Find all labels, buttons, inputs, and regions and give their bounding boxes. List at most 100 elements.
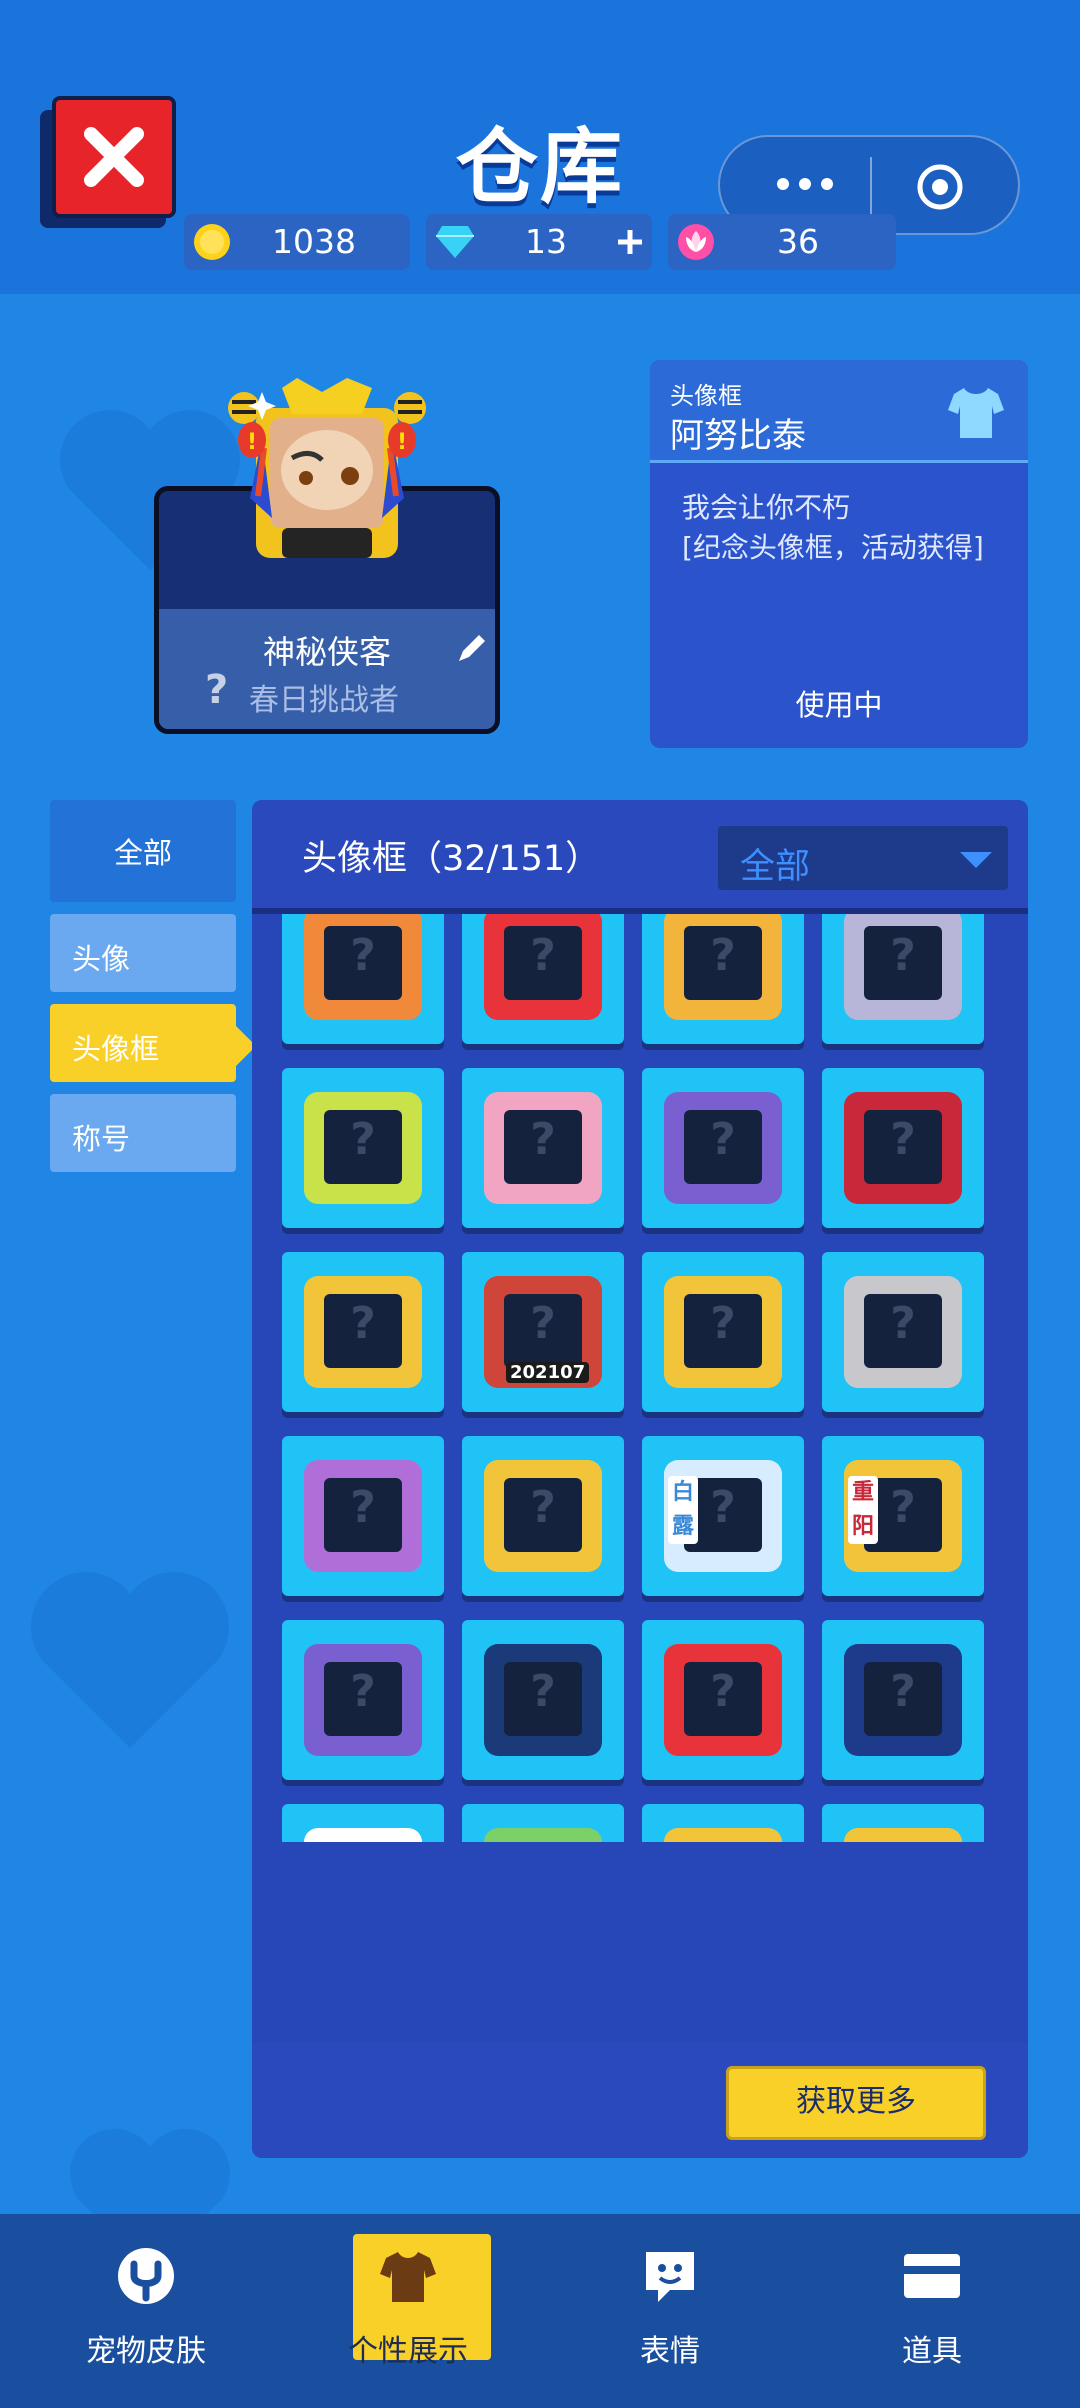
- nav-personal-display-label: 个性展示: [348, 2334, 468, 2369]
- question-mark-icon: ?: [710, 1666, 736, 1717]
- frame-art: ?: [664, 1644, 782, 1756]
- tab-avatar-frame[interactable]: 头像框: [50, 1004, 236, 1082]
- filter-value: 全部: [740, 847, 811, 887]
- question-mark-icon: ?: [530, 1482, 556, 1533]
- frame-art: ?: [304, 914, 422, 1020]
- avatar-frame-item[interactable]: ?: [282, 1068, 444, 1228]
- avatar-frame-item[interactable]: ?: [462, 1436, 624, 1596]
- avatar-frame-item[interactable]: ?: [282, 914, 444, 1044]
- avatar-frame-item[interactable]: ?: [462, 1620, 624, 1780]
- frame-art: ?: [664, 914, 782, 1020]
- add-diamond-button[interactable]: [616, 228, 644, 256]
- tab-avatar-frame-label: 头像框: [72, 1032, 160, 1066]
- frame-art: ?: [664, 1828, 782, 1842]
- question-mark-icon: ?: [350, 1482, 376, 1533]
- avatar-frame-item[interactable]: ?: [822, 914, 984, 1044]
- frame-art: ?: [484, 1092, 602, 1204]
- frame-art: ?: [844, 1092, 962, 1204]
- avatar-frame-item[interactable]: ?: [282, 1620, 444, 1780]
- question-mark-icon: ?: [350, 1666, 376, 1717]
- title-help-icon[interactable]: ?: [205, 667, 228, 713]
- filter-dropdown[interactable]: 全部: [718, 826, 1008, 890]
- question-mark-icon: ?: [530, 1298, 556, 1349]
- locked-avatar-placeholder: ?: [504, 1294, 582, 1368]
- avatar-frame-item[interactable]: ?3: [822, 1804, 984, 1842]
- avatar-frame-item[interactable]: ?2021: [462, 1804, 624, 1842]
- avatar-frame-item[interactable]: ?: [282, 1804, 444, 1842]
- locked-avatar-placeholder: ?: [864, 1110, 942, 1184]
- avatar-frame-item[interactable]: ?: [822, 1620, 984, 1780]
- avatar-frame-item[interactable]: ?: [822, 1068, 984, 1228]
- locked-avatar-placeholder: ?: [324, 1478, 402, 1552]
- flower-token-icon: [678, 224, 714, 260]
- locked-avatar-placeholder: ?: [324, 1294, 402, 1368]
- get-more-button[interactable]: 获取更多: [726, 2066, 986, 2140]
- avatar-frame-item[interactable]: ? 白露: [642, 1436, 804, 1596]
- frame-art: ?: [844, 914, 962, 1020]
- player-title: 春日挑战者: [249, 683, 399, 718]
- nav-items[interactable]: 道具: [801, 2214, 1063, 2408]
- page-title: 仓库: [455, 120, 624, 215]
- avatar-frame-item[interactable]: ?: [642, 1620, 804, 1780]
- question-mark-icon: ?: [530, 1666, 556, 1717]
- frame-art: ?: [844, 1644, 962, 1756]
- question-mark-icon: ?: [350, 930, 376, 981]
- tab-all-label: 全部: [113, 836, 172, 870]
- nav-pet-skin[interactable]: 宠物皮肤: [15, 2214, 277, 2408]
- locked-avatar-placeholder: ?: [324, 926, 402, 1000]
- frame-deco-label: 白露: [668, 1476, 698, 1544]
- question-mark-icon: ?: [890, 1666, 916, 1717]
- nav-items-label: 道具: [902, 2334, 962, 2369]
- tab-all[interactable]: 全部: [50, 800, 236, 902]
- locked-avatar-placeholder: ?: [684, 1110, 762, 1184]
- nav-emoji-label: 表情: [640, 2334, 700, 2369]
- locked-avatar-placeholder: ?: [864, 926, 942, 1000]
- question-mark-icon: ?: [710, 930, 736, 981]
- avatar-frame-item[interactable]: ?: [462, 914, 624, 1044]
- avatar-frame-item[interactable]: ?: [642, 1252, 804, 1412]
- question-mark-icon: ?: [710, 1298, 736, 1349]
- avatar-frame-item[interactable]: ?: [642, 1068, 804, 1228]
- avatar-frame-item[interactable]: ?: [642, 914, 804, 1044]
- item-status: 使用中: [795, 688, 883, 722]
- diamond-value: 13: [525, 222, 567, 261]
- nav-personal-display[interactable]: 个性展示: [277, 2214, 539, 2408]
- question-mark-icon: ?: [350, 1114, 376, 1165]
- edit-name-button[interactable]: [455, 631, 489, 665]
- exit-target-icon[interactable]: [916, 163, 964, 211]
- avatar-frame-item[interactable]: ?: [462, 1068, 624, 1228]
- avatar-frame-item[interactable]: ?: [282, 1436, 444, 1596]
- pet-skin-icon: [118, 2248, 174, 2304]
- panel-title: 头像框（32/151）: [302, 839, 601, 879]
- close-icon: [84, 127, 144, 187]
- locked-avatar-placeholder: ?: [684, 1294, 762, 1368]
- close-button[interactable]: [40, 96, 182, 228]
- frame-art: ?: [484, 1644, 602, 1756]
- frame-art: ?: [484, 1460, 602, 1572]
- item-category: 头像框: [670, 382, 742, 410]
- locked-avatar-placeholder: ?: [324, 1110, 402, 1184]
- svg-text:!: !: [247, 430, 257, 455]
- background-heart-icon: [31, 1572, 229, 1748]
- tab-title[interactable]: 称号: [50, 1094, 236, 1172]
- avatar-with-frame[interactable]: ! !: [222, 378, 432, 578]
- avatar-frame-item[interactable]: ?: [822, 1252, 984, 1412]
- avatar-frame-item[interactable]: ?: [282, 1252, 444, 1412]
- locked-avatar-placeholder: ?: [684, 926, 762, 1000]
- locked-avatar-placeholder: ?: [684, 1662, 762, 1736]
- locked-avatar-placeholder: ?: [864, 1294, 942, 1368]
- nav-emoji[interactable]: 表情: [539, 2214, 801, 2408]
- more-options-button[interactable]: [760, 159, 850, 209]
- tab-avatar-label: 头像: [72, 942, 131, 976]
- avatar-frame-item[interactable]: ?2022: [642, 1804, 804, 1842]
- question-mark-icon: ?: [890, 1298, 916, 1349]
- frame-art: ?: [664, 1092, 782, 1204]
- avatar-frame-item[interactable]: ? 202107: [462, 1252, 624, 1412]
- frame-art: ?: [484, 1828, 602, 1842]
- frame-art: ?: [304, 1644, 422, 1756]
- tab-avatar[interactable]: 头像: [50, 914, 236, 992]
- avatar-frame-item[interactable]: ? 重阳: [822, 1436, 984, 1596]
- currency-diamond: 13: [426, 214, 652, 270]
- question-mark-icon: ?: [350, 1298, 376, 1349]
- frame-art: ?: [844, 1828, 962, 1842]
